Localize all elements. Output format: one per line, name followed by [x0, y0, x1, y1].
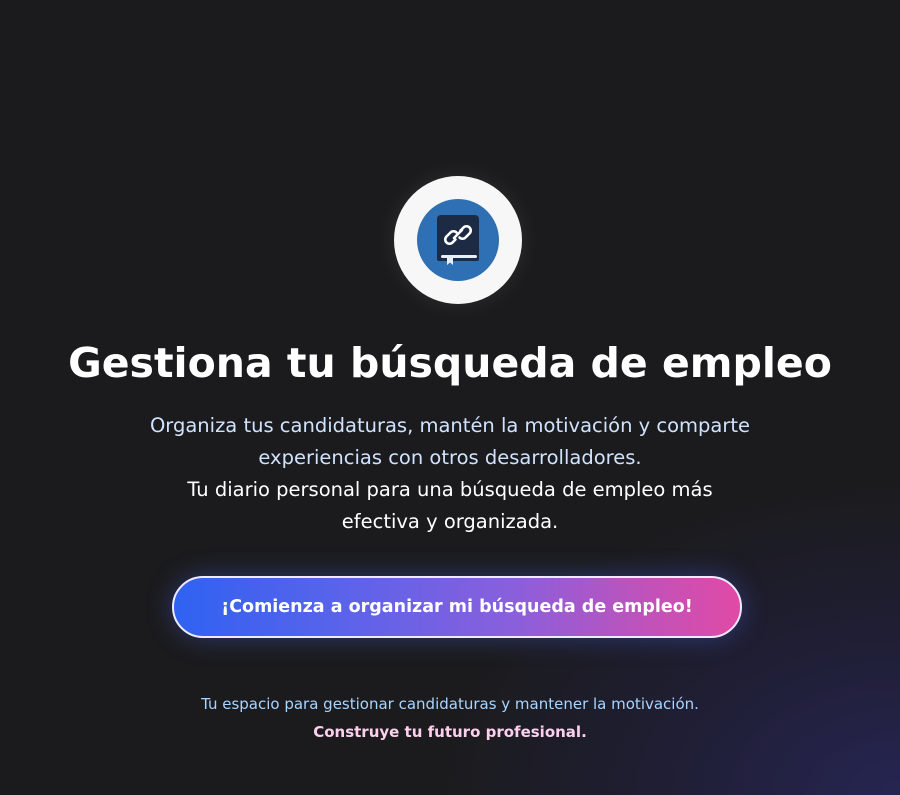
hero-subtitle: Organiza tus candidaturas, mantén la mot…: [90, 410, 810, 538]
subtitle-line-1: Organiza tus candidaturas, mantén la mot…: [149, 414, 751, 437]
logo-badge: [417, 199, 499, 281]
logo: [394, 176, 522, 304]
subtitle-line-2: experiencias con otros desarrolladores.: [258, 446, 642, 469]
footer-slogan: Construye tu futuro profesional.: [313, 723, 587, 741]
start-organizing-button[interactable]: ¡Comienza a organizar mi búsqueda de emp…: [172, 576, 742, 638]
footer-tagline: Tu espacio para gestionar candidaturas y…: [201, 695, 699, 713]
link-journal-icon: [437, 215, 479, 265]
hero-section: Gestiona tu búsqueda de empleo Organiza …: [0, 0, 900, 795]
subtitle-line-3: Tu diario personal para una búsqueda de …: [187, 478, 713, 501]
hero-footer: Tu espacio para gestionar candidaturas y…: [0, 690, 900, 746]
page-title: Gestiona tu búsqueda de empleo: [68, 339, 832, 387]
subtitle-line-4: efectiva y organizada.: [341, 510, 559, 533]
